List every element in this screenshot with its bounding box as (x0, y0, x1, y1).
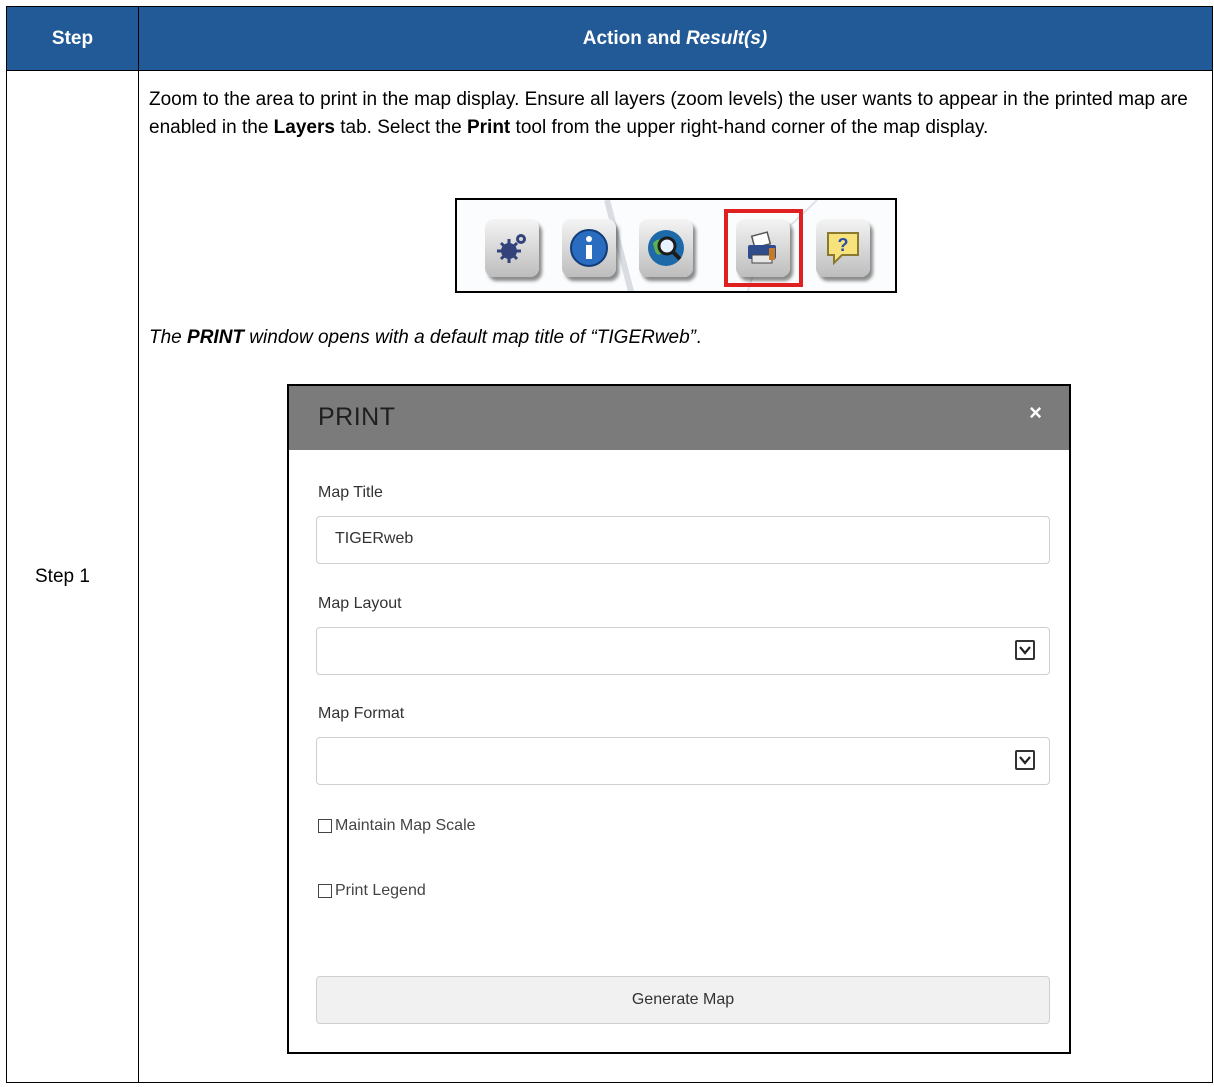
header-action: Action and Result(s) (138, 7, 1212, 70)
header-step: Step (7, 7, 139, 70)
help-icon[interactable]: ? (816, 219, 870, 277)
map-layout-label: Map Layout (318, 595, 402, 612)
header-result-label: Result(s) (685, 27, 768, 49)
table-header: Step Action and Result(s) (7, 7, 1212, 71)
maintain-map-scale-checkbox[interactable] (318, 819, 332, 833)
map-format-select[interactable] (316, 737, 1050, 785)
print-dialog-header: PRINT × (289, 386, 1069, 450)
print-legend-label: Print Legend (335, 882, 426, 899)
chevron-down-icon[interactable] (1015, 750, 1035, 770)
map-title-input[interactable]: TIGERweb (316, 516, 1050, 564)
result-part: The (149, 327, 188, 348)
search-globe-icon[interactable] (639, 219, 693, 277)
instruction-text: Zoom to the area to print in the map dis… (149, 86, 1189, 142)
generate-map-button[interactable]: Generate Map (316, 976, 1050, 1024)
chevron-down-icon[interactable] (1015, 640, 1035, 660)
map-layout-select[interactable] (316, 627, 1050, 675)
maintain-map-scale-label: Maintain Map Scale (335, 817, 476, 834)
step-cell: Step 1 (7, 71, 138, 1082)
layers-tab-ref: Layers (273, 117, 335, 138)
map-title-value: TIGERweb (335, 530, 414, 547)
instruction-part: tool from the upper right-hand corner of… (510, 117, 989, 138)
print-tool-highlight (724, 209, 803, 287)
print-legend-option[interactable]: Print Legend (318, 882, 426, 900)
map-format-label: Map Format (318, 705, 405, 722)
result-text: The PRINT window opens with a default ma… (149, 327, 701, 349)
result-part: window opens with a default map title of… (244, 327, 697, 348)
instruction-part: tab. Select the (334, 117, 467, 138)
column-divider (138, 71, 139, 1082)
tools-gear-icon[interactable] (485, 219, 539, 277)
close-icon[interactable]: × (1029, 400, 1042, 426)
result-period: . (696, 327, 702, 348)
maintain-map-scale-option[interactable]: Maintain Map Scale (318, 817, 476, 835)
header-action-label: Action and (582, 27, 681, 49)
print-window-ref: PRINT (187, 327, 245, 348)
map-toolbar-image: ? (455, 198, 897, 293)
print-legend-checkbox[interactable] (318, 884, 332, 898)
svg-text:?: ? (838, 235, 849, 255)
print-dialog: PRINT × Map Title TIGERweb Map Layout Ma… (287, 384, 1071, 1054)
map-title-label: Map Title (318, 484, 383, 501)
info-icon[interactable] (562, 219, 616, 277)
print-dialog-title: PRINT (318, 403, 396, 431)
print-tool-ref: Print (466, 117, 511, 138)
step-label: Step 1 (35, 565, 90, 587)
